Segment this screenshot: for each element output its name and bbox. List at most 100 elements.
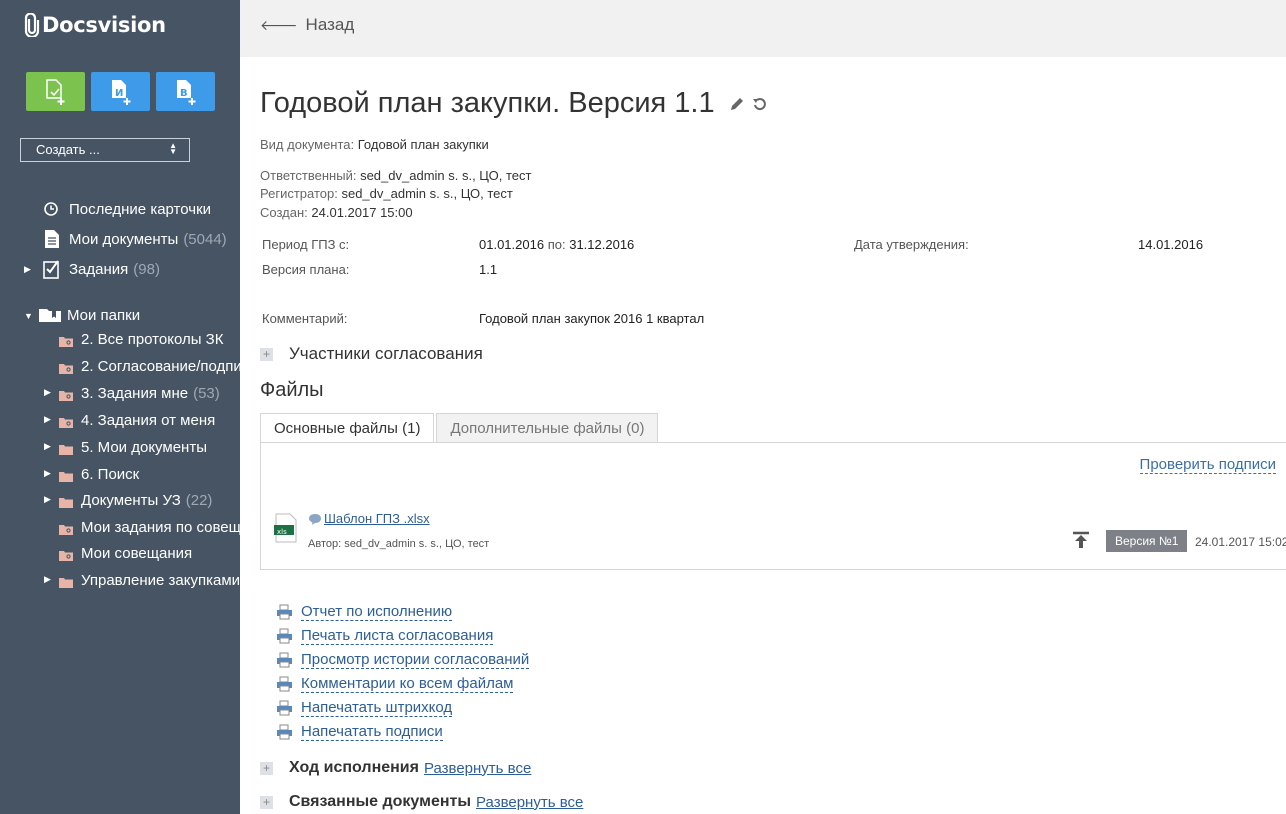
action-item: Просмотр истории согласований	[276, 649, 530, 671]
expand-plus-icon[interactable]: +	[260, 761, 273, 775]
folder-item[interactable]: 3. Задания мне (53)	[59, 381, 220, 405]
search-folder-icon	[59, 522, 73, 535]
create-select[interactable]: Создать ... ▲ ▼	[20, 138, 190, 162]
period-value: 01.01.2016 по: 31.12.2016	[479, 237, 634, 252]
clock-icon	[44, 202, 58, 216]
folder-item[interactable]: Мои задания по совещаниям	[59, 515, 240, 539]
doc-type-row: Вид документа: Годовой план закупки	[260, 137, 489, 152]
period-from: 01.01.2016	[479, 237, 545, 252]
printer-icon	[277, 652, 292, 668]
search-folder-icon	[59, 334, 73, 347]
expand-folder-icon[interactable]: ▶	[44, 441, 51, 452]
nav-count: (98)	[133, 260, 160, 278]
nav-recent-cards[interactable]: Последние карточки	[43, 197, 211, 221]
version-badge[interactable]: Версия №1	[1106, 530, 1188, 552]
folder-item[interactable]: Мои совещания	[59, 541, 192, 565]
pencil-icon[interactable]	[729, 96, 745, 112]
folder-label: Мои совещания	[81, 544, 193, 562]
expand-folder-icon[interactable]: ▶	[44, 414, 51, 425]
registrar-label: Регистратор:	[260, 186, 338, 201]
action-link[interactable]: Напечатать штрихкод	[301, 699, 453, 717]
expand-folder-icon[interactable]: ▶	[44, 574, 51, 585]
search-folder-icon	[59, 415, 73, 428]
tab-main-files[interactable]: Основные файлы (1)	[260, 413, 435, 443]
folder-item[interactable]: Документы УЗ (22)	[59, 488, 212, 512]
task-check-icon	[43, 260, 59, 279]
folder-item[interactable]: 5. Мои документы	[59, 435, 207, 459]
file-author: Автор: sed_dv_admin s. s., ЦО, тест	[308, 538, 490, 550]
files-panel: Проверить подписи xls Шаблон ГПЗ .xlsx А…	[260, 442, 1286, 570]
action-link[interactable]: Комментарии ко всем файлам	[301, 675, 514, 693]
comment-value: Годовой план закупок 2016 1 квартал	[479, 311, 705, 326]
files-tabs: Основные файлы (1) Дополнительные файлы …	[260, 413, 659, 443]
folder-item[interactable]: 6. Поиск	[59, 462, 139, 486]
printer-icon	[277, 628, 292, 644]
upload-icon[interactable]	[1071, 531, 1091, 549]
undo-icon[interactable]	[751, 96, 767, 112]
approval-value: 14.01.2016	[1138, 237, 1204, 252]
action-item: Напечатать штрихкод	[276, 697, 453, 719]
linked-docs-section: + Связанные документы Развернуть все	[260, 793, 583, 811]
files-title: Файлы	[260, 379, 324, 401]
doc-check-add-icon	[45, 78, 64, 105]
svg-text:В: В	[180, 88, 188, 99]
file-link[interactable]: Шаблон ГПЗ .xlsx	[308, 511, 430, 526]
linked-title: Связанные документы	[289, 793, 472, 810]
verify-signatures-link[interactable]: Проверить подписи	[1139, 456, 1276, 474]
folder-item[interactable]: 4. Задания от меня	[59, 408, 215, 432]
folder-item[interactable]: Управление закупками	[59, 568, 240, 592]
back-button[interactable]: 🡐 Назад	[260, 15, 354, 35]
document-card: Годовой план закупки. Версия 1.1 Вид док…	[260, 57, 1286, 814]
file-ext: xls	[277, 528, 287, 536]
tab-extra-files[interactable]: Дополнительные файлы (0)	[436, 413, 659, 443]
expand-plus-icon[interactable]: +	[260, 347, 273, 361]
printer-icon	[277, 604, 292, 620]
create-buttons: И В	[26, 72, 215, 111]
folder-label: 3. Задания мне	[81, 384, 189, 402]
folder-count: (53)	[193, 384, 220, 402]
created-value: 24.01.2017 15:00	[311, 205, 413, 220]
expand-tasks-icon[interactable]: ▶	[24, 264, 31, 275]
page-title: Годовой план закупки. Версия 1.1	[260, 87, 767, 120]
folder-item[interactable]: 2. Все протоколы ЗК	[59, 327, 223, 351]
doc-v-add-icon: В	[176, 79, 195, 105]
expand-plus-icon[interactable]: +	[260, 795, 273, 809]
action-link[interactable]: Печать листа согласования	[301, 627, 494, 645]
action-link[interactable]: Напечатать подписи	[301, 723, 443, 741]
select-arrows-icon: ▲ ▼	[169, 141, 177, 156]
folders-icon	[39, 309, 61, 322]
nav-label: Задания	[69, 260, 129, 278]
folder-icon	[59, 469, 73, 482]
expand-folder-icon[interactable]: ▶	[44, 468, 51, 479]
printer-icon	[277, 724, 292, 740]
folder-icon	[59, 442, 73, 455]
nav-my-folders[interactable]: Мои папки	[38, 303, 140, 327]
progress-title: Ход исполнения	[289, 759, 419, 776]
nav-tasks[interactable]: Задания (98)	[43, 257, 160, 281]
action-link[interactable]: Отчет по исполнению	[301, 603, 453, 621]
responsible-label: Ответственный:	[260, 168, 357, 183]
folder-label: 2. Все протоколы ЗК	[81, 330, 224, 348]
folder-label: Мои задания по совещаниям	[81, 518, 240, 536]
expand-folder-icon[interactable]: ▶	[44, 494, 51, 505]
plan-version-value: 1.1	[479, 262, 498, 277]
arrow-left-icon: 🡐	[260, 16, 298, 33]
participants-section[interactable]: + Участники согласования	[260, 344, 483, 364]
create-doc-v-button[interactable]: В	[156, 72, 215, 111]
create-doc-i-button[interactable]: И	[91, 72, 150, 111]
expand-all-link[interactable]: Развернуть все	[476, 794, 583, 811]
comment-bubble-icon[interactable]	[308, 513, 322, 525]
folder-item[interactable]: 2. Согласование/подписание	[59, 354, 240, 378]
collapse-folders-icon[interactable]: ▼	[24, 311, 33, 321]
expand-folder-icon[interactable]: ▶	[44, 387, 51, 398]
action-item: Комментарии ко всем файлам	[276, 673, 514, 695]
doc-i-add-icon: И	[111, 79, 130, 105]
folder-count: (22)	[185, 491, 213, 509]
action-link[interactable]: Просмотр истории согласований	[301, 651, 530, 669]
logo[interactable]: Docsvision	[24, 13, 166, 37]
create-doc-approve-button[interactable]	[26, 72, 85, 111]
expand-all-link[interactable]: Развернуть все	[424, 760, 531, 777]
nav-my-documents[interactable]: Мои документы (5044)	[43, 227, 227, 251]
search-folder-icon	[59, 548, 73, 561]
plan-version-label: Версия плана:	[262, 262, 350, 277]
